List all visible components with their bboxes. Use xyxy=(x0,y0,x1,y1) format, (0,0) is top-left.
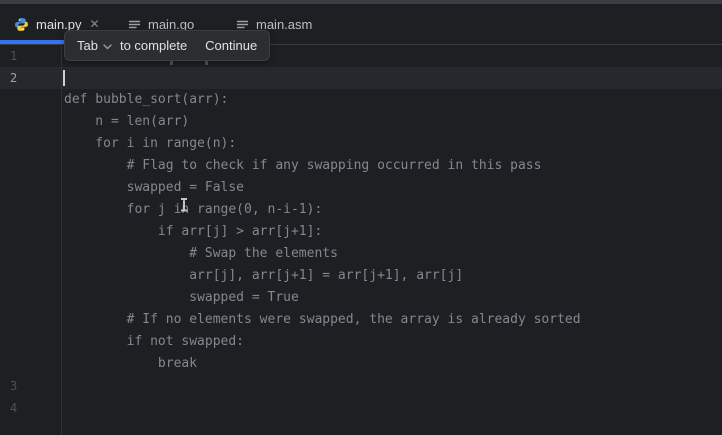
line-number: 4 xyxy=(10,397,50,419)
ghost-code-line: n = len(arr) xyxy=(64,111,581,133)
ghost-code-line: # Swap the elements xyxy=(64,243,581,265)
current-line-highlight xyxy=(0,67,722,89)
chevron-down-icon xyxy=(103,44,112,50)
ai-completion-ghost-text: def bubble_sort(arr): n = len(arr) for i… xyxy=(64,89,581,375)
close-icon[interactable]: ✕ xyxy=(90,18,100,30)
tab-key-dropdown[interactable]: Tab xyxy=(77,38,112,53)
text-file-icon xyxy=(128,18,141,31)
code-editor-area[interactable]: 1 2 3 4 def bubble_sort(arr): n = len(ar… xyxy=(0,45,722,435)
python-icon xyxy=(14,17,29,32)
ghost-code-line: if not swapped: xyxy=(64,331,581,353)
mouse-text-cursor xyxy=(180,198,188,211)
ghost-code-line: arr[j], arr[j+1] = arr[j+1], arr[j] xyxy=(64,265,581,287)
ghost-code-line: for j in range(0, n-i-1): xyxy=(64,199,581,221)
line-number-active: 2 xyxy=(10,67,50,89)
text-caret xyxy=(63,70,65,86)
ghost-code-line: swapped = True xyxy=(64,287,581,309)
hint-text: to complete xyxy=(120,38,187,53)
ghost-code-line: if arr[j] > arr[j+1]: xyxy=(64,221,581,243)
completion-hint-popup: Tab to complete Continue xyxy=(64,30,270,61)
ghost-code-line: # If no elements were swapped, the array… xyxy=(64,309,581,331)
tab-key-label: Tab xyxy=(77,38,98,53)
ghost-code-line: swapped = False xyxy=(64,177,581,199)
gutter-divider xyxy=(61,45,62,435)
ghost-code-line: # Flag to check if any swapping occurred… xyxy=(64,155,581,177)
line-number: 3 xyxy=(10,375,50,397)
continue-button[interactable]: Continue xyxy=(205,38,257,53)
ghost-code-line: def bubble_sort(arr): xyxy=(64,89,581,111)
text-file-icon xyxy=(236,18,249,31)
ide-window: main.py ✕ main.go xyxy=(0,0,722,435)
line-number: 1 xyxy=(10,45,50,67)
ghost-code-line: break xyxy=(64,353,581,375)
ghost-code-line: for i in range(n): xyxy=(64,133,581,155)
